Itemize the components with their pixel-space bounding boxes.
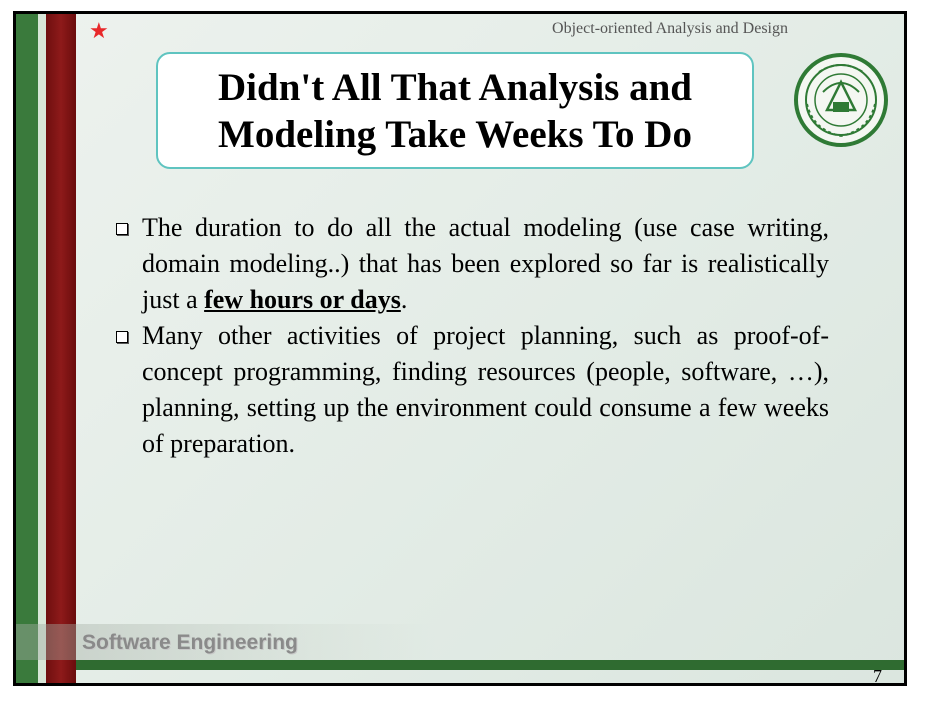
- left-stripe-gap: [38, 14, 46, 683]
- square-bullet-icon: [116, 223, 128, 235]
- left-red-stripe: [46, 14, 76, 683]
- slide-title: Didn't All That Analysis and Modeling Ta…: [218, 64, 692, 158]
- star-icon: ★: [89, 19, 109, 44]
- bullet-text-2: Many other activities of project plannin…: [142, 321, 829, 458]
- slide-title-line-1: Didn't All That Analysis and: [218, 65, 692, 109]
- bullet-item-1: The duration to do all the actual modeli…: [111, 210, 829, 318]
- slide-title-line-2: Modeling Take Weeks To Do: [218, 112, 692, 156]
- emphasis-few-hours: few hours or days: [204, 285, 401, 314]
- title-box: Didn't All That Analysis and Modeling Ta…: [156, 52, 754, 169]
- course-title: Object-oriented Analysis and Design: [552, 20, 788, 37]
- footer-line: [76, 660, 904, 670]
- bullet-item-2: Many other activities of project plannin…: [111, 318, 829, 462]
- left-green-stripe: [16, 14, 38, 683]
- bullet-list: The duration to do all the actual modeli…: [111, 210, 829, 462]
- bullet-text-1: The duration to do all the actual modeli…: [142, 210, 829, 318]
- page-number: 7: [873, 666, 882, 686]
- slide: ★ Object-oriented Analysis and Design Di…: [13, 11, 907, 686]
- footer-label: Software Engineering: [82, 631, 298, 654]
- university-seal-logo: [794, 53, 888, 147]
- square-bullet-icon: [116, 331, 128, 343]
- bullet-text-1-after: .: [400, 285, 408, 314]
